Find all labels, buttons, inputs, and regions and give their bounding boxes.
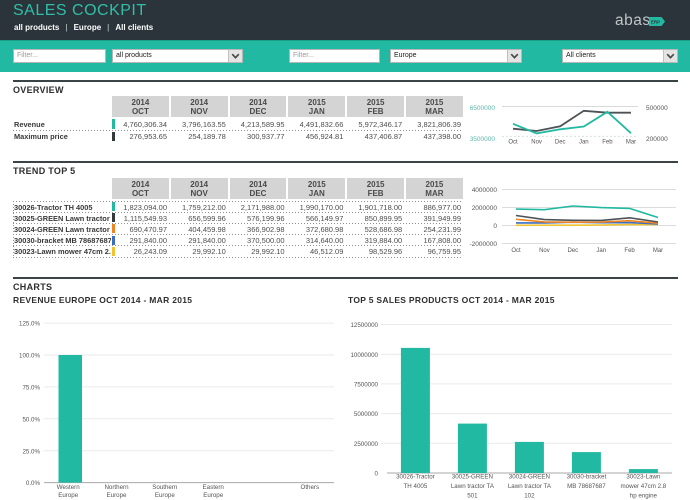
svg-text:Europe: Europe: [155, 492, 176, 499]
svg-text:25.0%: 25.0%: [22, 448, 40, 455]
svg-text:2000000: 2000000: [472, 205, 498, 212]
svg-text:Jan: Jan: [579, 140, 589, 146]
svg-text:Europe: Europe: [203, 492, 224, 499]
svg-text:102: 102: [524, 493, 535, 500]
svg-text:Lawn tractor TA: Lawn tractor TA: [508, 483, 552, 490]
svg-text:MB 78687687: MB 78687687: [567, 483, 606, 490]
svg-text:501: 501: [467, 493, 478, 500]
svg-text:Feb: Feb: [624, 248, 635, 254]
svg-text:4000000: 4000000: [472, 187, 498, 194]
svg-text:6500000: 6500000: [470, 105, 496, 112]
svg-text:125.0%: 125.0%: [19, 321, 40, 328]
svg-text:3500000: 3500000: [470, 136, 496, 143]
svg-text:Jan: Jan: [596, 248, 606, 254]
svg-text:Dec: Dec: [555, 140, 566, 146]
svg-text:10000000: 10000000: [350, 352, 378, 359]
svg-text:5000000: 5000000: [354, 411, 379, 418]
svg-text:0: 0: [375, 471, 379, 478]
svg-text:30023-Lawn: 30023-Lawn: [626, 474, 661, 481]
svg-text:Mar: Mar: [626, 140, 636, 146]
svg-text:Lawn tractor TA: Lawn tractor TA: [451, 483, 495, 490]
svg-text:30030-bracket: 30030-bracket: [567, 474, 607, 481]
svg-text:Oct: Oct: [511, 248, 521, 254]
svg-text:Northern: Northern: [104, 484, 129, 491]
svg-text:mower 47cm 2.8: mower 47cm 2.8: [621, 483, 667, 490]
svg-text:75.0%: 75.0%: [22, 385, 40, 392]
svg-text:Mar: Mar: [653, 248, 663, 254]
svg-text:200000: 200000: [646, 136, 668, 143]
svg-text:30026-Tractor: 30026-Tractor: [396, 474, 435, 481]
svg-text:ERP: ERP: [651, 20, 660, 25]
svg-text:2500000: 2500000: [354, 441, 379, 448]
svg-text:Oct: Oct: [508, 140, 518, 146]
svg-text:0: 0: [493, 223, 497, 230]
svg-text:30024-GREEN: 30024-GREEN: [509, 474, 550, 481]
svg-text:Feb: Feb: [602, 140, 613, 146]
svg-text:100.0%: 100.0%: [19, 353, 40, 360]
svg-text:Europe: Europe: [58, 492, 79, 499]
svg-text:Others: Others: [301, 484, 320, 491]
svg-text:0.0%: 0.0%: [26, 480, 41, 487]
svg-text:TH 4005: TH 4005: [404, 483, 428, 490]
svg-text:Nov: Nov: [539, 248, 550, 254]
svg-text:-2000000: -2000000: [470, 241, 498, 248]
svg-text:hp engine: hp engine: [630, 493, 658, 500]
svg-text:7500000: 7500000: [354, 382, 379, 389]
svg-text:50.0%: 50.0%: [22, 416, 40, 423]
svg-text:Western: Western: [57, 484, 80, 491]
svg-text:Southern: Southern: [152, 484, 178, 491]
svg-text:Europe: Europe: [107, 492, 128, 499]
svg-text:500000: 500000: [646, 105, 668, 112]
svg-text:12500000: 12500000: [350, 322, 378, 329]
svg-text:Nov: Nov: [531, 140, 542, 146]
svg-text:Eastern: Eastern: [203, 484, 225, 491]
svg-text:Dec: Dec: [567, 248, 578, 254]
svg-text:30025-GREEN: 30025-GREEN: [452, 474, 493, 481]
